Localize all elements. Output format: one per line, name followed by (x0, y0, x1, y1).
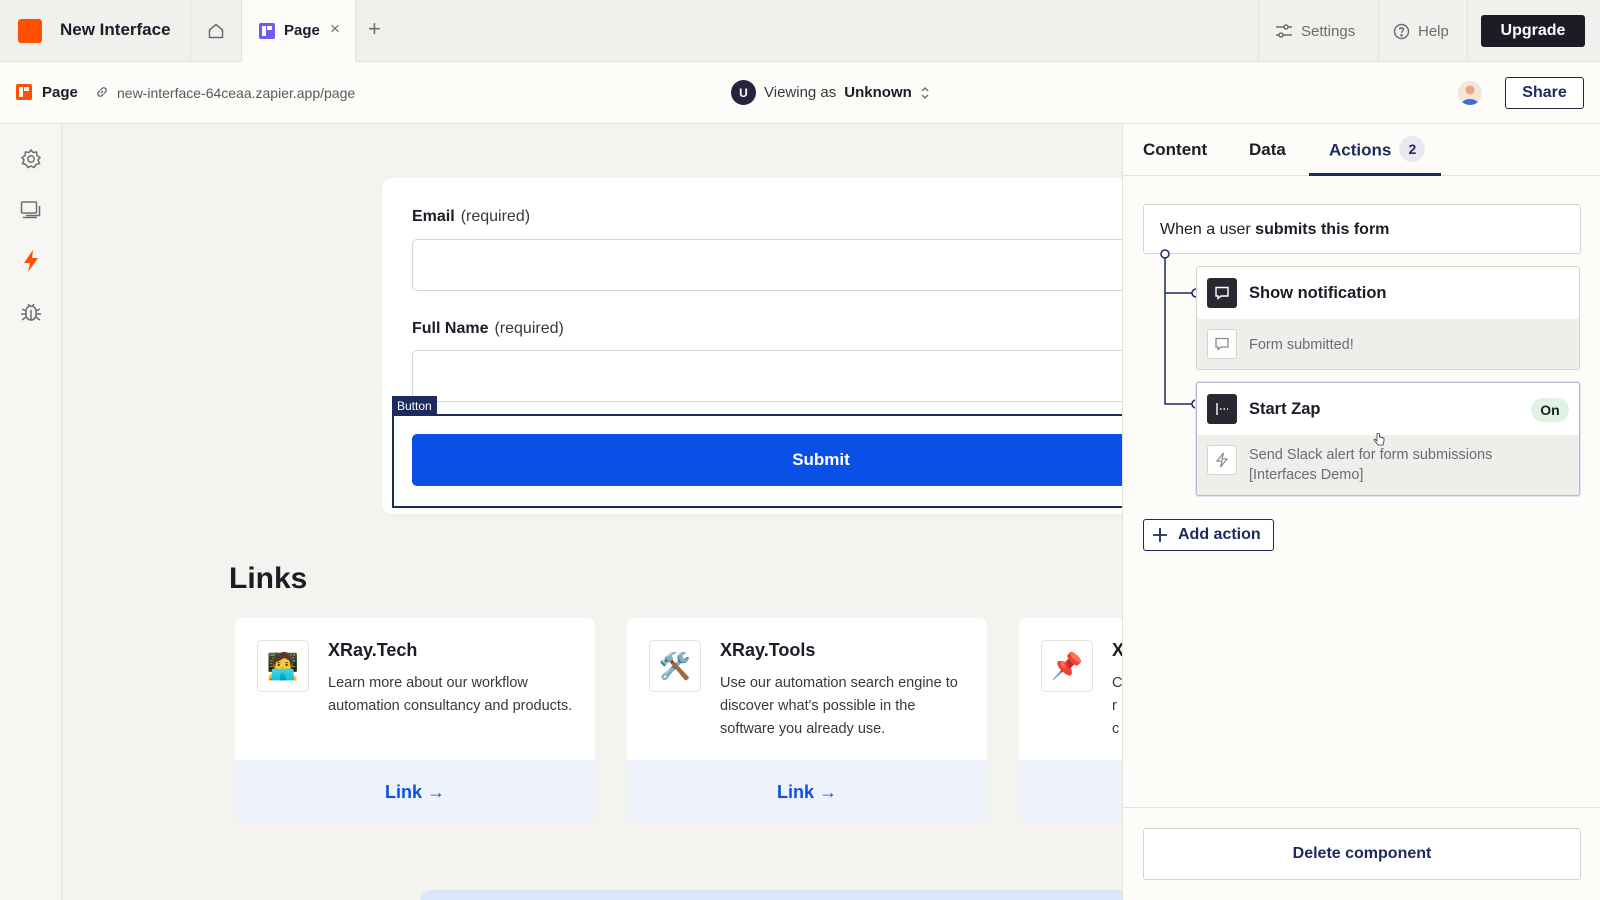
action-detail-text: Send Slack alert for form submissions [I… (1249, 447, 1493, 483)
viewer-avatar: U (731, 80, 756, 105)
share-button[interactable]: Share (1505, 77, 1584, 109)
add-action-button[interactable]: Add action (1143, 519, 1274, 551)
app-title[interactable]: New Interface (60, 20, 171, 40)
left-rail (0, 124, 62, 900)
help-label: Help (1418, 22, 1449, 40)
properties-panel: Content Data Actions 2 When a user submit… (1122, 124, 1600, 900)
link-card-title: XRay.Tech (328, 640, 418, 660)
link-card-description: Use our automation search engine to disc… (720, 675, 958, 737)
settings-label: Settings (1301, 22, 1356, 40)
add-action-label: Add action (1178, 526, 1261, 543)
email-label-text: Email (412, 208, 455, 225)
email-field[interactable] (412, 239, 1122, 291)
action-detail-text: Form submitted! (1249, 337, 1354, 353)
tools-icon: 🛠️ (649, 640, 701, 692)
pushpin-icon: 📌 (1041, 640, 1093, 692)
active-tab-indicator (1309, 173, 1441, 176)
bug-icon (21, 303, 41, 321)
home-button[interactable] (190, 0, 242, 62)
submit-button[interactable]: Submit (412, 434, 1122, 486)
tab-actions-label: Actions (1329, 140, 1392, 160)
tab-page[interactable]: Page × (242, 0, 356, 62)
link-card[interactable]: 🧑‍💻 XRay.Tech Learn more about our workf… (235, 618, 595, 824)
viewing-prefix: Viewing as (764, 84, 837, 101)
add-tab-button[interactable]: + (368, 16, 381, 42)
action-show-notification[interactable]: Show notification Form submitted! (1196, 266, 1580, 370)
link-card-link[interactable]: Link → (235, 760, 595, 824)
link-card-link[interactable] (1019, 760, 1122, 824)
full-name-label-text: Full Name (412, 320, 489, 337)
app-logo-icon (18, 19, 42, 43)
page-type-icon (16, 84, 32, 100)
action-detail: Form submitted! (1197, 319, 1579, 369)
next-component-edge (420, 890, 1122, 900)
page-url[interactable]: new-interface-64ceaa.zapier.app/page (117, 85, 355, 101)
settings-button[interactable]: Settings (1258, 0, 1378, 62)
tab-data[interactable]: Data (1249, 140, 1286, 160)
link-card-description: Learn more about our workflow automation… (328, 675, 573, 714)
page-name[interactable]: Page (42, 84, 78, 101)
link-card[interactable]: 📌 X C r c (1019, 618, 1122, 824)
upgrade-button[interactable]: Upgrade (1481, 15, 1585, 47)
home-icon (208, 23, 224, 39)
lightning-icon (24, 250, 38, 272)
selection-badge: Button (392, 396, 437, 416)
link-card[interactable]: 🛠️ XRay.Tools Use our automation search … (627, 618, 987, 824)
action-header: Start Zap On (1197, 383, 1579, 435)
page-canvas: Email (required) Full Name (required) Butt… (62, 124, 1122, 900)
action-header: Show notification (1197, 267, 1579, 319)
help-button[interactable]: Help (1378, 0, 1468, 62)
viewing-as-selector[interactable]: U Viewing as Unknown (731, 80, 930, 105)
tab-actions[interactable]: Actions 2 (1329, 136, 1426, 162)
panel-footer: Delete component (1123, 807, 1600, 900)
chevron-updown-icon (921, 86, 929, 99)
links-heading: Links (229, 562, 308, 595)
full-name-required-hint: (required) (494, 320, 564, 337)
lightning-outline-icon (1207, 445, 1237, 475)
action-title: Show notification (1249, 284, 1387, 302)
help-icon (1393, 23, 1410, 39)
plus-icon (1153, 528, 1167, 542)
full-name-label: Full Name (required) (412, 320, 564, 338)
link-card-description: C r c (1112, 675, 1122, 737)
tab-label: Page (284, 22, 320, 39)
action-start-zap[interactable]: Start Zap On Send Slack alert for form s… (1196, 382, 1580, 496)
page-icon (259, 23, 275, 39)
rail-layout[interactable] (18, 197, 44, 223)
viewing-user: Unknown (844, 84, 912, 101)
gear-icon (20, 148, 42, 169)
chat-bubble-outline-icon (1207, 329, 1237, 359)
trigger-event: submits this form (1255, 221, 1390, 238)
status-badge: On (1531, 398, 1569, 422)
email-required-hint: (required) (460, 208, 531, 225)
action-title: Start Zap (1249, 400, 1321, 418)
top-bar: New Interface Page × + Settings Help Upg… (0, 0, 1600, 62)
screens-icon (20, 201, 41, 219)
sliders-icon (1276, 24, 1292, 38)
rail-debug[interactable] (18, 299, 44, 325)
rail-settings[interactable] (18, 146, 44, 172)
hand-cursor-icon (1373, 433, 1385, 446)
chat-bubble-icon (1207, 278, 1237, 308)
link-card-title: X (1112, 640, 1122, 660)
page-bar: Page new-interface-64ceaa.zapier.app/pag… (0, 62, 1600, 124)
full-name-field[interactable] (412, 350, 1122, 402)
user-avatar[interactable] (1458, 81, 1482, 105)
link-icon (97, 87, 107, 97)
link-card-title: XRay.Tools (720, 640, 816, 660)
workflow-connector (1160, 249, 1201, 409)
email-label: Email (required) (412, 208, 530, 226)
actions-count-badge: 2 (1399, 136, 1426, 162)
technologist-icon: 🧑‍💻 (257, 640, 309, 692)
trigger-box: When a user submits this form (1143, 204, 1581, 254)
delete-component-button[interactable]: Delete component (1143, 828, 1581, 880)
link-card-link[interactable]: Link → (627, 760, 987, 824)
rail-actions[interactable] (18, 248, 44, 274)
form-component[interactable]: Email (required) Full Name (required) Butt… (382, 178, 1122, 514)
tab-close-icon[interactable]: × (330, 19, 340, 39)
action-detail: Send Slack alert for form submissions [I… (1197, 435, 1579, 495)
zap-step-icon (1207, 394, 1237, 424)
